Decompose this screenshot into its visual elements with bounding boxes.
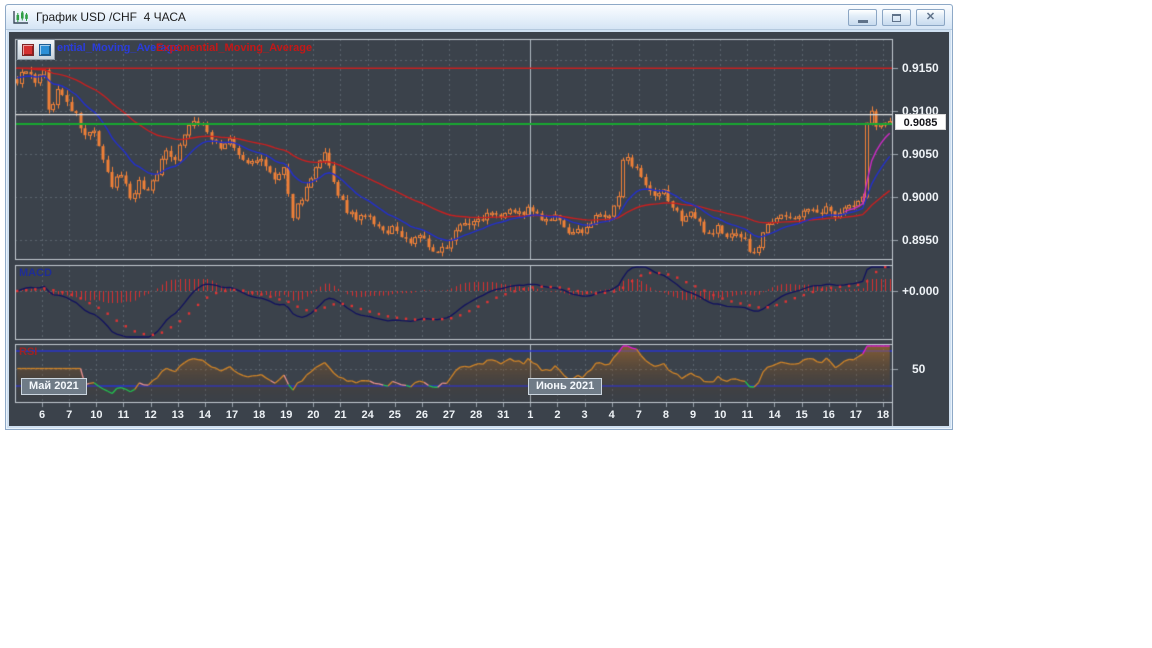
time-axis-label: 26 xyxy=(415,409,428,421)
close-button[interactable]: ✕ xyxy=(916,9,945,26)
month-badge-may: Май 2021 xyxy=(21,378,87,395)
time-axis-label: 14 xyxy=(768,409,781,421)
time-axis-label: 6 xyxy=(39,409,46,421)
time-axis-label: 25 xyxy=(388,409,401,421)
time-axis-label: 9 xyxy=(690,409,697,421)
time-axis-label: 3 xyxy=(581,409,588,421)
red-indicator-button[interactable] xyxy=(21,43,34,56)
time-axis-label: 18 xyxy=(876,409,890,421)
minimize-icon xyxy=(857,19,868,23)
time-axis-label: 13 xyxy=(171,409,184,421)
time-axis-label: 31 xyxy=(497,409,510,421)
time-axis-label: 7 xyxy=(635,409,642,421)
macd-panel-label: MACD xyxy=(19,267,52,279)
month-badge-june: Июнь 2021 xyxy=(528,378,603,395)
time-axis-label: 17 xyxy=(225,409,239,421)
time-axis-label: 17 xyxy=(849,409,862,421)
time-axis-label: 11 xyxy=(117,409,130,421)
rsi-panel-label: RSI xyxy=(19,346,38,358)
time-axis-label: 21 xyxy=(334,409,347,421)
time-axis-label: 19 xyxy=(280,409,293,421)
time-axis-label: 10 xyxy=(90,409,103,421)
close-icon: ✕ xyxy=(925,11,936,23)
window-title: График USD /CHF 4 ЧАСА xyxy=(36,10,186,24)
macd-zero-axis-label: +0.000 xyxy=(902,284,940,298)
time-axis-label: 7 xyxy=(66,409,73,421)
restore-button[interactable] xyxy=(882,9,911,26)
price-axis-label: 0.9150 xyxy=(902,61,939,76)
time-axis-label: 28 xyxy=(469,409,483,421)
minimize-button[interactable] xyxy=(848,9,877,26)
window-controls: ✕ xyxy=(848,9,945,26)
time-axis-label: 27 xyxy=(442,409,456,421)
legend-ma-slow: Exponential_Moving_Average xyxy=(156,42,313,54)
time-axis-label: 10 xyxy=(714,409,727,421)
rsi-mid-axis-label: 50 xyxy=(912,362,926,376)
time-axis-label: 11 xyxy=(741,409,754,421)
time-axis-label: 15 xyxy=(795,409,808,421)
time-axis-label: 2 xyxy=(554,409,561,421)
chart-window: График USD /CHF 4 ЧАСА ✕ ential_Moving_A… xyxy=(5,4,953,430)
blue-indicator-button[interactable] xyxy=(38,43,51,56)
window-titlebar[interactable]: График USD /CHF 4 ЧАСА ✕ xyxy=(6,5,952,30)
time-axis-label: 20 xyxy=(307,409,320,421)
time-axis-label: 16 xyxy=(822,409,835,421)
candlestick-chart-icon xyxy=(13,10,28,24)
time-axis-label: 14 xyxy=(198,409,211,421)
price-axis-label: 0.9050 xyxy=(902,147,939,162)
desktop: { "window": { "title": "График USD /CHF … xyxy=(0,0,1152,648)
chart-canvas[interactable] xyxy=(9,32,949,426)
time-axis-label: 4 xyxy=(608,409,615,421)
time-axis-label: 24 xyxy=(361,409,374,421)
restore-icon xyxy=(892,13,901,22)
price-axis-label: 0.9000 xyxy=(902,190,939,205)
time-axis-label: 1 xyxy=(527,409,534,421)
indicator-buttons-panel xyxy=(17,39,55,60)
time-axis-label: 18 xyxy=(252,409,266,421)
current-price-box: 0.9085 xyxy=(895,114,946,131)
price-axis-label: 0.8950 xyxy=(902,233,939,248)
time-axis-label: 8 xyxy=(662,409,670,421)
time-axis-label: 12 xyxy=(144,409,157,421)
chart-client-area: ential_Moving_Average Exponential_Moving… xyxy=(9,32,949,426)
